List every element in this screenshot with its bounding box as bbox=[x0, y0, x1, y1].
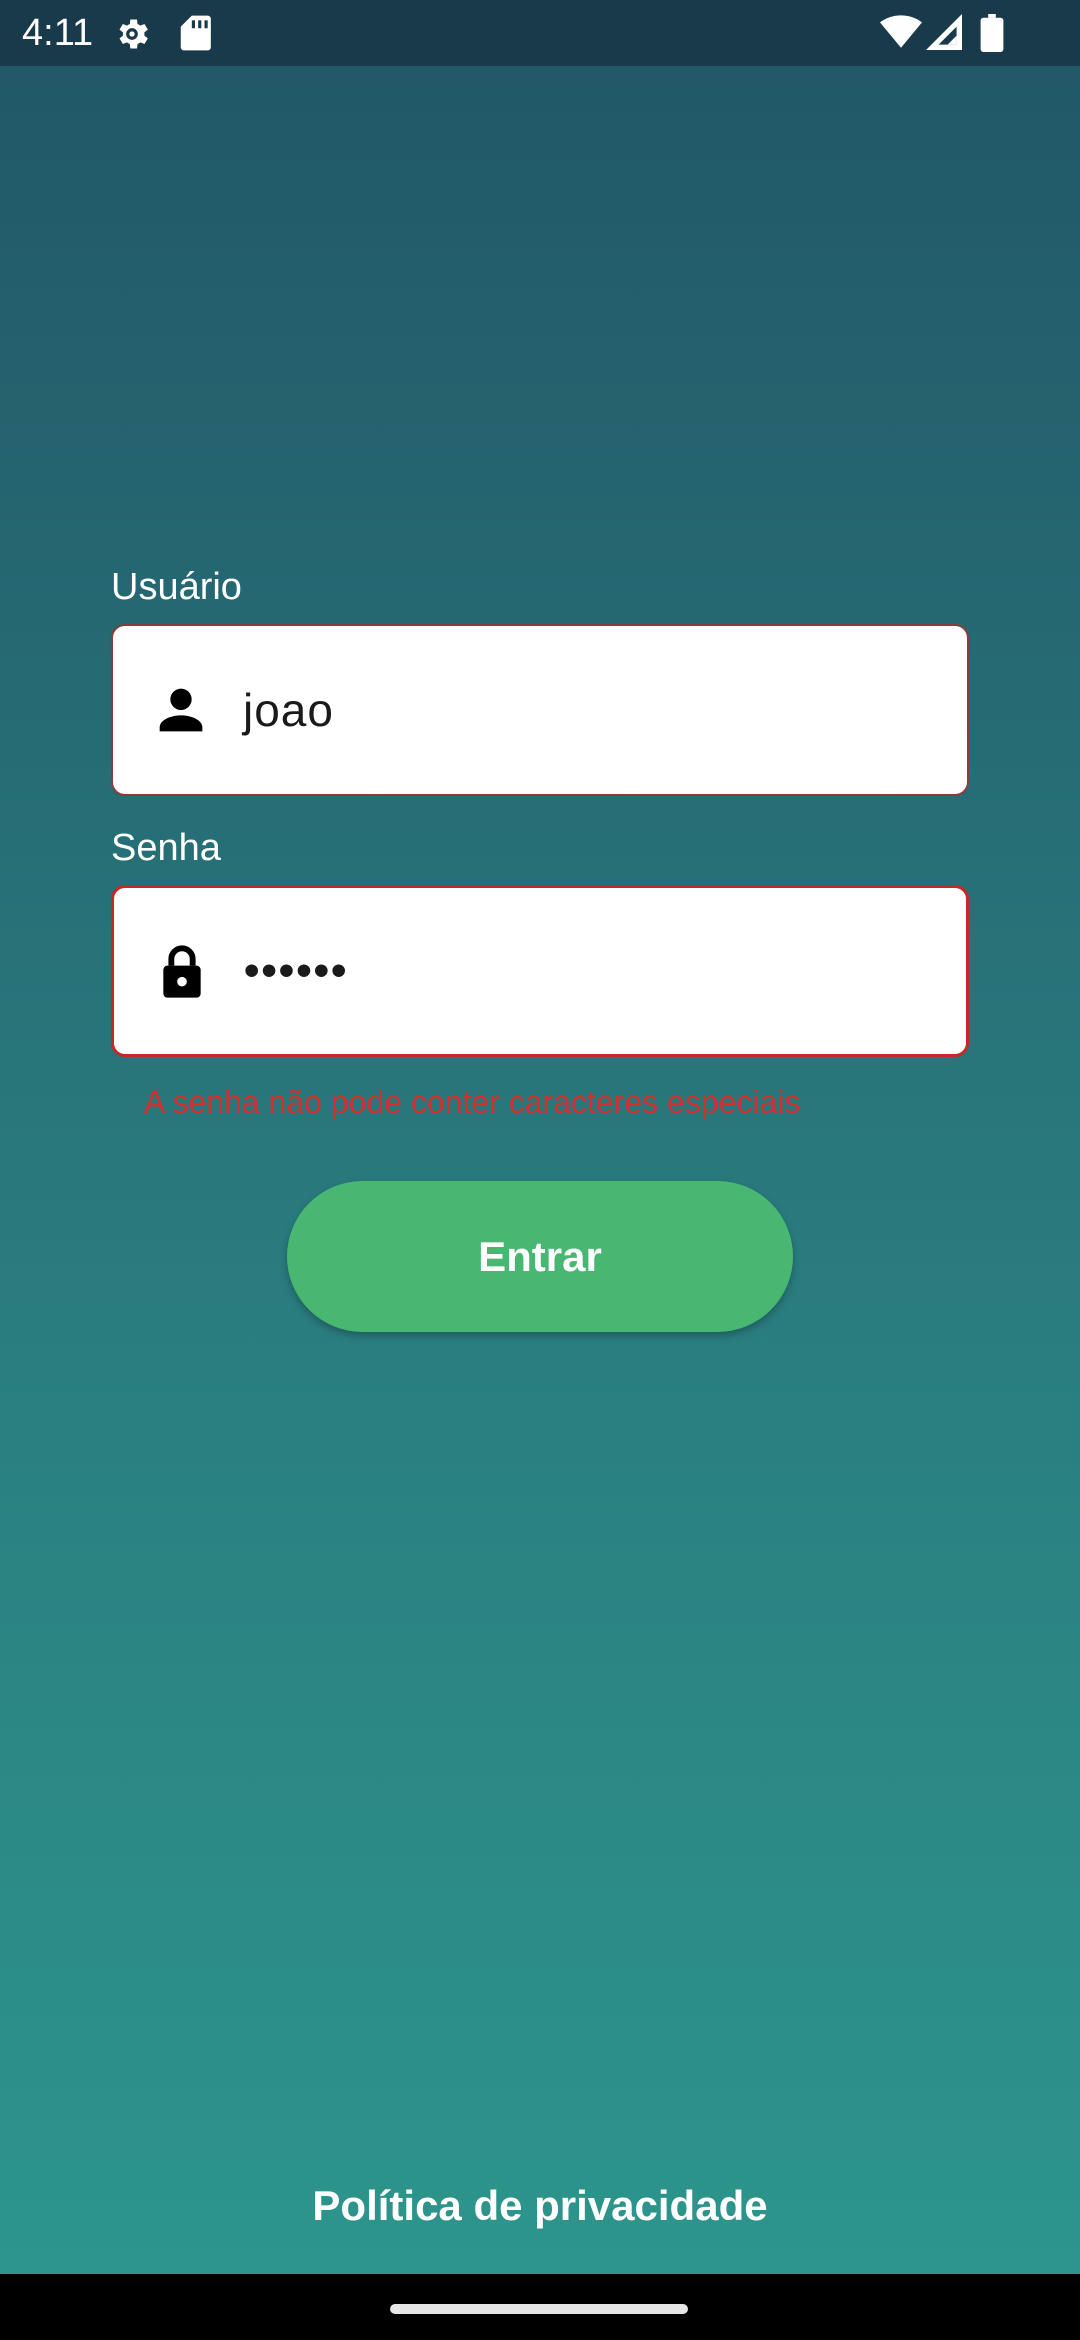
wifi-icon bbox=[880, 15, 922, 48]
sd-card-icon bbox=[180, 15, 211, 51]
battery-icon bbox=[980, 14, 1004, 52]
signal-icon bbox=[926, 14, 962, 50]
status-bar: 4:11 bbox=[0, 0, 1080, 66]
navigation-bar bbox=[0, 2274, 1080, 2340]
username-label: Usuário bbox=[111, 566, 242, 608]
password-label: Senha bbox=[111, 827, 221, 869]
password-field[interactable]: •••••• bbox=[111, 885, 969, 1057]
settings-icon bbox=[119, 19, 148, 49]
home-indicator[interactable] bbox=[390, 2304, 688, 2314]
username-value: joao bbox=[243, 684, 334, 736]
person-icon bbox=[159, 688, 203, 732]
lock-icon bbox=[163, 945, 201, 998]
username-field[interactable]: joao bbox=[111, 624, 969, 796]
login-button-label: Entrar bbox=[478, 1232, 602, 1280]
password-value: •••••• bbox=[244, 946, 349, 995]
status-time: 4:11 bbox=[22, 12, 94, 54]
password-error-message: A senha não pode conter caracteres espec… bbox=[144, 1084, 801, 1120]
privacy-policy-link[interactable]: Política de privacidade bbox=[0, 2180, 1080, 2232]
login-button[interactable]: Entrar bbox=[287, 1181, 793, 1332]
